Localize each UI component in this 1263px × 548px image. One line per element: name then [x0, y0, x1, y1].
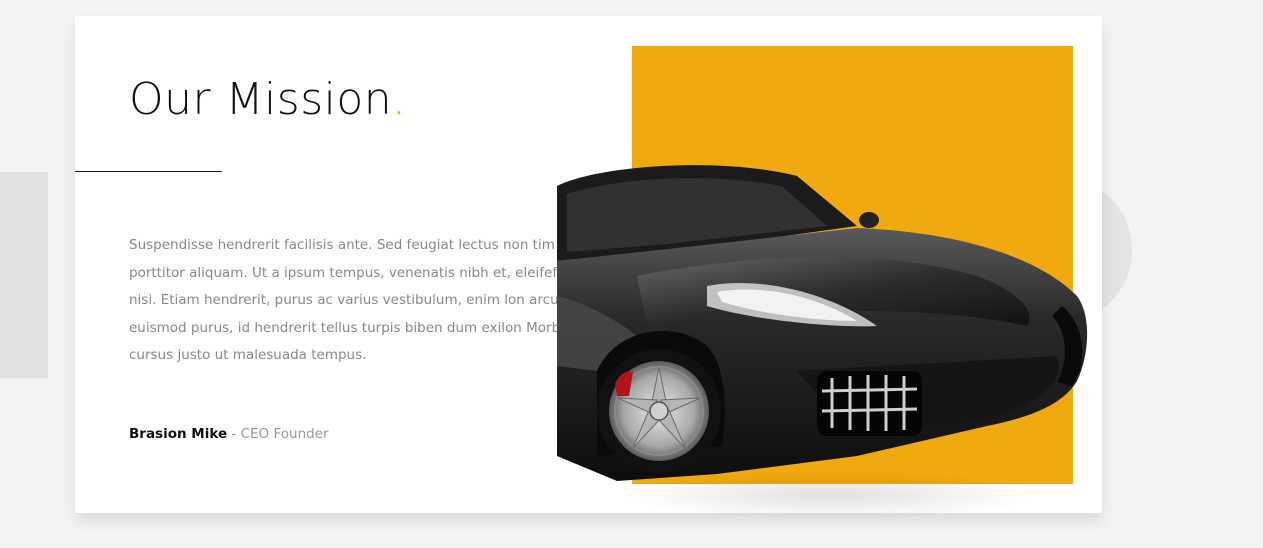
author-name: Brasion Mike: [129, 426, 228, 442]
author-role: - CEO Founder: [227, 426, 329, 442]
mission-body-text: Suspendisse hendrerit facilisis ante. Se…: [129, 237, 583, 363]
author-signature: Brasion Mike - CEO Founder: [129, 426, 329, 442]
title-accent-dot: .: [392, 74, 407, 125]
mission-title-text: Our Mission: [129, 74, 393, 125]
mission-title: Our Mission.: [129, 74, 407, 127]
title-divider: [75, 171, 222, 172]
sports-car-image: [557, 165, 1088, 481]
background-decor-left: [0, 172, 48, 378]
